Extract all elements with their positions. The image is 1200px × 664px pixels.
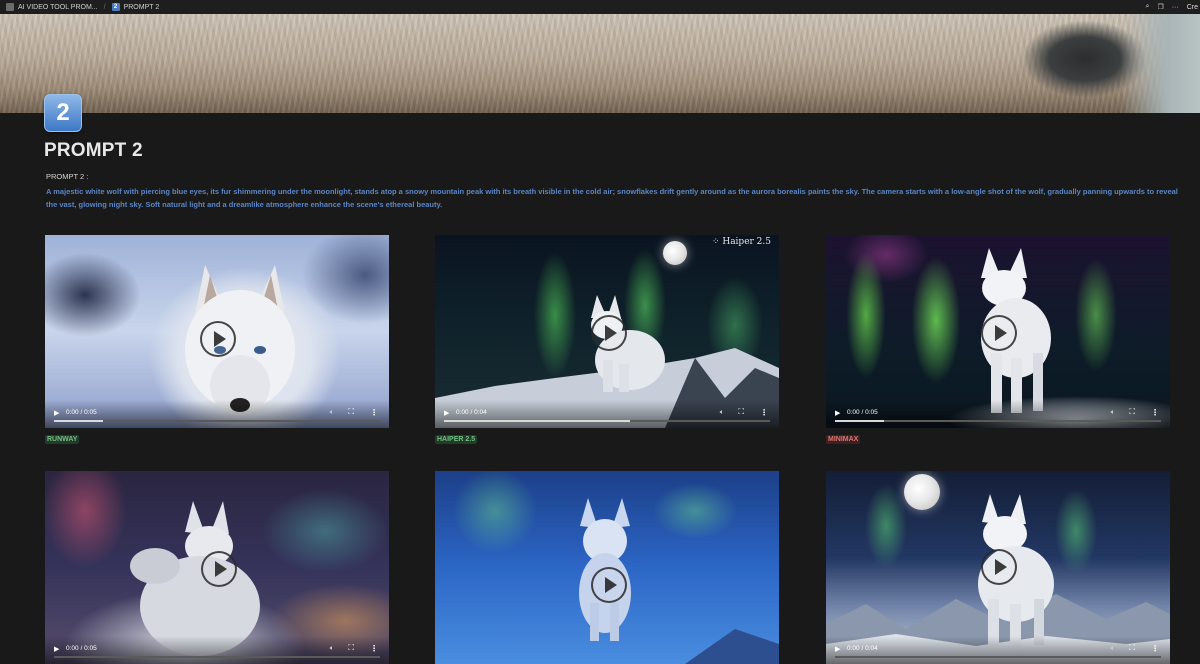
fullscreen-icon[interactable]: ⛶ [348,407,354,417]
page-title: PROMPT 2 [44,140,143,161]
video-progress-fill [54,420,103,422]
volume-icon[interactable]: 🔈︎ [720,409,724,417]
video-progress-bar[interactable] [54,656,380,658]
play-icon[interactable]: ▶ [54,409,59,417]
video-controls: ▶ 0:00 / 0:04 🔈︎ ⛶ ⋮ [435,400,779,428]
video-player[interactable]: ▶ 0:00 / 0:05 🔈︎ ⛶ ⋮ [45,471,389,664]
more-options-icon[interactable]: ⋮ [370,644,378,653]
video-progress-fill [835,420,884,422]
video-progress-fill [444,420,630,422]
volume-icon[interactable]: 🔈︎ [1111,409,1115,417]
search-icon[interactable]: ⌕ [1146,3,1150,11]
moon-image [663,241,687,265]
video-card-runway: ▶ 0:00 / 0:05 🔈︎ ⛶ ⋮ RUNWAY [45,235,389,446]
video-card-haiper: ⁘ Haiper 2.5 ▶ 0:00 / 0:04 🔈︎ ⛶ ⋮ HAIPER… [435,235,779,446]
video-controls: ▶ 0:00 / 0:05 🔈︎ ⛶ ⋮ [45,400,389,428]
breadcrumb-item-current[interactable]: 2 PROMPT 2 [111,3,160,11]
play-icon[interactable]: ▶ [835,409,840,417]
play-overlay-button[interactable] [201,551,237,587]
video-caption: MINIMAX [826,435,861,444]
video-card-5 [435,471,779,664]
page-icon [6,3,14,11]
breadcrumb-current-label: PROMPT 2 [123,3,160,11]
video-player[interactable]: ⁘ Haiper 2.5 ▶ 0:00 / 0:04 🔈︎ ⛶ ⋮ [435,235,779,428]
more-icon[interactable]: ··· [1172,4,1179,11]
keycap-two-page-icon[interactable]: 2 [44,94,82,132]
wolf-image [591,295,665,392]
haiper-watermark: ⁘ Haiper 2.5 [711,237,771,247]
more-options-icon[interactable]: ⋮ [1151,408,1159,417]
video-time: 0:00 / 0:04 [847,645,878,652]
video-progress-bar[interactable] [835,420,1161,422]
breadcrumb-item-parent[interactable]: AI VIDEO TOOL PROM... [6,3,98,11]
video-progress-bar[interactable] [835,656,1161,658]
video-time: 0:00 / 0:05 [66,645,97,652]
volume-icon[interactable]: 🔈︎ [330,409,334,417]
play-overlay-button[interactable] [591,315,627,351]
prompt-text: A majestic white wolf with piercing blue… [46,187,1178,209]
breadcrumb-separator: / [103,3,106,11]
breadcrumb-parent-label: AI VIDEO TOOL PROM... [18,3,98,11]
video-card-minimax: ▶ 0:00 / 0:05 🔈︎ ⛶ ⋮ MINIMAX [826,235,1170,446]
video-controls: ▶ 0:00 / 0:04 🔈︎ ⛶ ⋮ [826,636,1170,664]
create-button[interactable]: Cre [1187,4,1198,11]
moon-image [904,474,940,510]
play-icon[interactable]: ▶ [54,645,59,653]
video-card-4: ▶ 0:00 / 0:05 🔈︎ ⛶ ⋮ [45,471,389,664]
play-overlay-button[interactable] [591,567,627,603]
volume-icon[interactable]: 🔈︎ [330,645,334,653]
keycap-two-icon: 2 [111,3,120,11]
video-player[interactable]: ▶ 0:00 / 0:05 🔈︎ ⛶ ⋮ [45,235,389,428]
fullscreen-icon[interactable]: ⛶ [348,643,354,653]
more-options-icon[interactable]: ⋮ [760,408,768,417]
fullscreen-icon[interactable]: ⛶ [738,407,744,417]
play-overlay-button[interactable] [981,315,1017,351]
top-bar: AI VIDEO TOOL PROM... / 2 PROMPT 2 ⌕ ❐ ·… [0,0,1200,15]
more-options-icon[interactable]: ⋮ [370,408,378,417]
video-time: 0:00 / 0:04 [456,409,487,416]
video-player[interactable]: ▶ 0:00 / 0:05 🔈︎ ⛶ ⋮ [826,235,1170,428]
video-caption: RUNWAY [45,435,80,444]
video-controls: ▶ 0:00 / 0:05 🔈︎ ⛶ ⋮ [45,636,389,664]
video-time: 0:00 / 0:05 [847,409,878,416]
video-progress-bar[interactable] [54,420,380,422]
prompt-label: PROMPT 2 : [46,172,89,181]
top-actions: ⌕ ❐ ··· Cre [1146,0,1198,14]
video-controls: ▶ 0:00 / 0:05 🔈︎ ⛶ ⋮ [826,400,1170,428]
play-overlay-button[interactable] [200,321,236,357]
fullscreen-icon[interactable]: ⛶ [1129,407,1135,417]
video-progress-bar[interactable] [444,420,770,422]
play-overlay-button[interactable] [981,549,1017,585]
video-player[interactable] [435,471,779,664]
volume-icon[interactable]: 🔈︎ [1111,645,1115,653]
duplicate-icon[interactable]: ❐ [1157,3,1163,11]
video-card-6: ▶ 0:00 / 0:04 🔈︎ ⛶ ⋮ [826,471,1170,664]
play-icon[interactable]: ▶ [835,645,840,653]
more-options-icon[interactable]: ⋮ [1151,644,1159,653]
video-player[interactable]: ▶ 0:00 / 0:04 🔈︎ ⛶ ⋮ [826,471,1170,664]
cover-image [0,14,1200,113]
play-icon[interactable]: ▶ [444,409,449,417]
video-time: 0:00 / 0:05 [66,409,97,416]
video-caption: HAIPER 2.5 [435,435,478,444]
fullscreen-icon[interactable]: ⛶ [1129,643,1135,653]
